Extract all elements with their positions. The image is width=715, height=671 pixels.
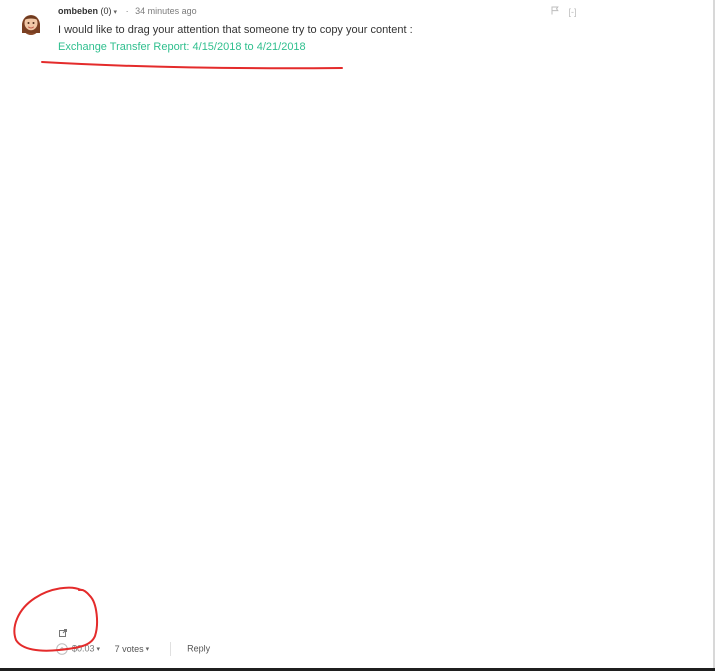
flag-icon[interactable] — [551, 6, 559, 18]
comment-top-actions: [-] — [551, 5, 577, 18]
chevron-down-icon[interactable]: ▾ — [114, 9, 118, 16]
comment-meta: ombeben (0) ▾ · 34 minutes ago — [58, 5, 197, 19]
footer-divider — [169, 641, 171, 656]
comment-body: I would like to drag your attention that… — [58, 22, 413, 55]
comment-text: I would like to drag your attention that… — [58, 24, 413, 36]
chevron-down-icon[interactable]: ▾ — [146, 646, 150, 653]
red-annotation-layer — [13, 61, 343, 652]
meta-separator: · — [125, 6, 129, 16]
avatar[interactable] — [18, 10, 44, 36]
votes-count[interactable]: 7 votes — [115, 644, 144, 654]
comment-timestamp[interactable]: 34 minutes ago — [135, 6, 197, 16]
red-underline-annotation — [41, 61, 343, 70]
reply-button[interactable]: Reply — [187, 644, 210, 654]
chevron-down-icon[interactable]: ▾ — [97, 646, 101, 653]
comment-footer: $0.03 ▾ 7 votes ▾ Reply — [56, 641, 210, 657]
collapse-icon[interactable]: [-] — [569, 6, 577, 18]
upvote-icon[interactable] — [56, 642, 68, 655]
avatar-image — [22, 15, 40, 35]
comment-link[interactable]: Exchange Transfer Report: 4/15/2018 to 4… — [58, 39, 413, 55]
payout-amount[interactable]: $0.03 — [72, 644, 95, 654]
author-name[interactable]: ombeben — [58, 6, 98, 16]
share-icon[interactable] — [59, 624, 67, 637]
author-reputation: (0) — [100, 6, 112, 16]
